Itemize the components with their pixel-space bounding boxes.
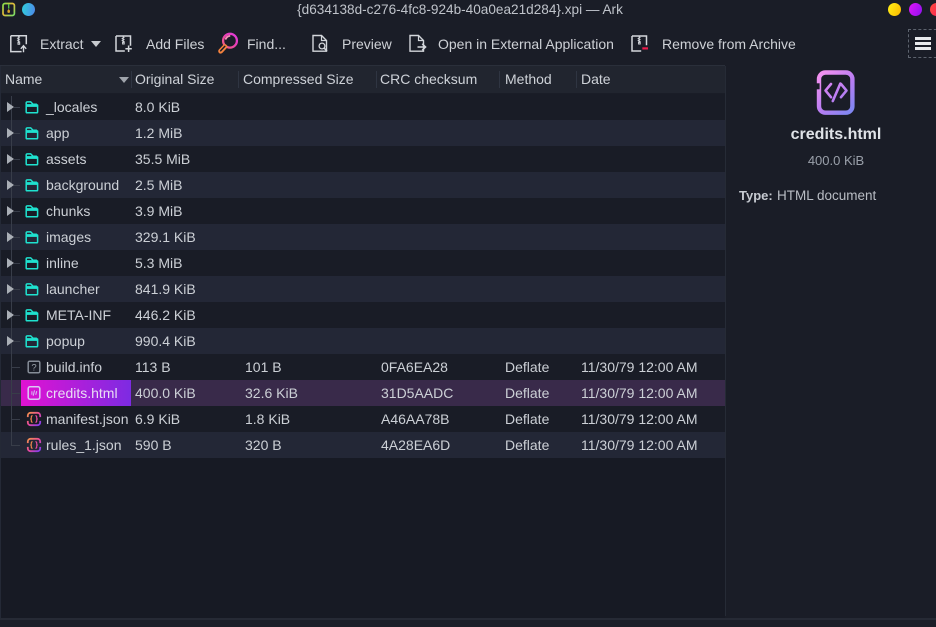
svg-text:?: ? — [31, 362, 36, 373]
